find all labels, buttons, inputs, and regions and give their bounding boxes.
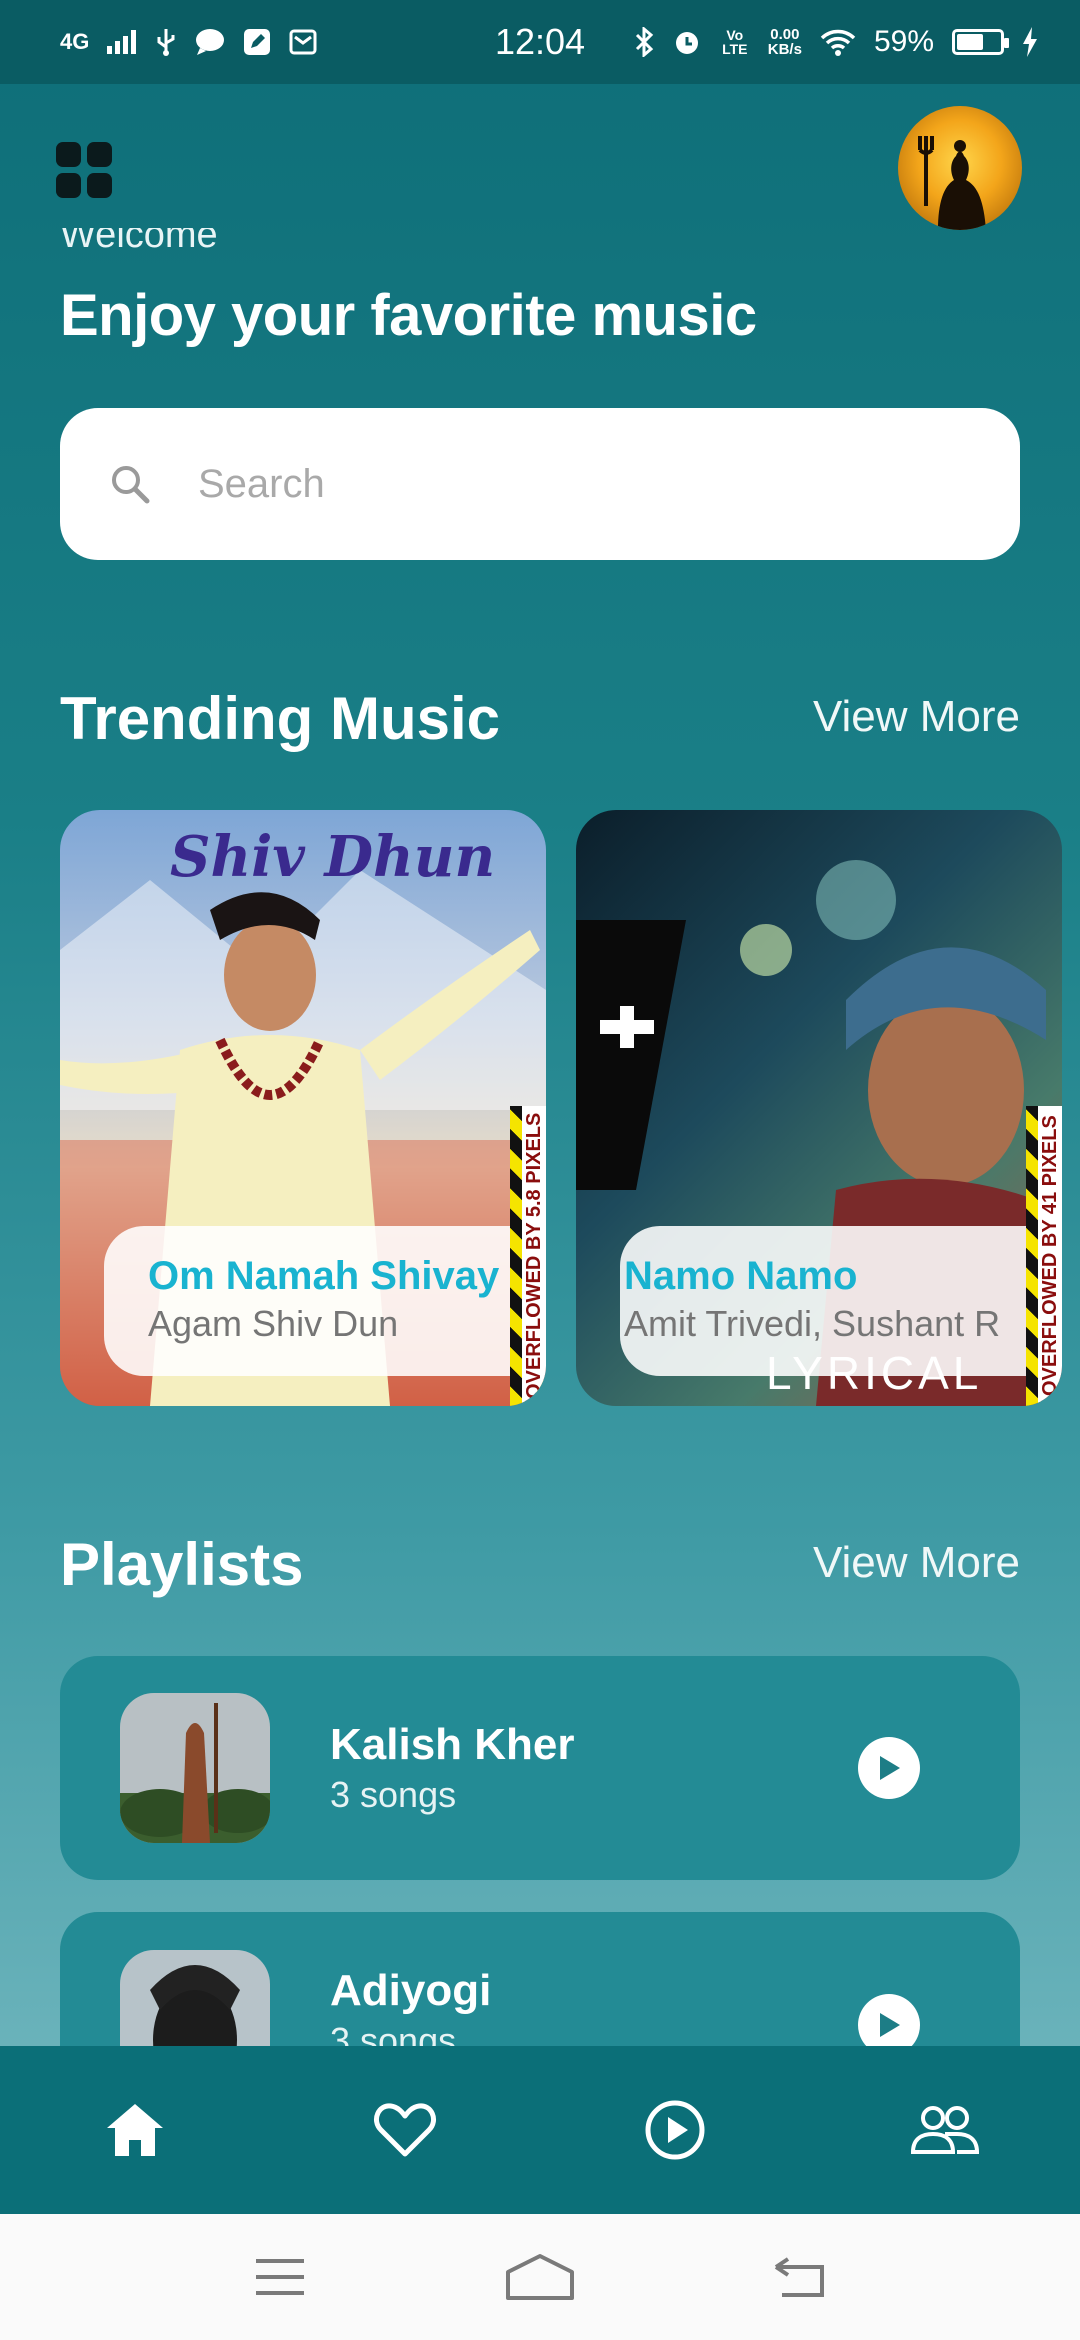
nav-people[interactable] bbox=[885, 2070, 1005, 2190]
system-menu-button[interactable] bbox=[235, 2242, 325, 2312]
menu-grid-icon[interactable] bbox=[56, 142, 112, 198]
nav-player[interactable] bbox=[615, 2070, 735, 2190]
playlist-item[interactable]: Kalish Kher 3 songs bbox=[60, 1656, 1020, 1880]
back-arrow-icon bbox=[774, 2257, 824, 2297]
edit-icon bbox=[243, 28, 271, 56]
status-bar: 4G 12:04 Vo LTE 0.00 KB/s 59% bbox=[0, 0, 1080, 84]
card-info: Om Namah Shivay Agam Shiv Dun bbox=[104, 1226, 544, 1376]
shiva-silhouette-icon bbox=[918, 136, 986, 230]
chat-icon bbox=[195, 28, 225, 56]
playlists-title: Playlists bbox=[60, 1531, 304, 1598]
play-circle-icon bbox=[645, 2100, 705, 2160]
usb-icon bbox=[155, 27, 177, 57]
trending-view-more[interactable]: View More bbox=[813, 692, 1020, 742]
card-title: Namo Namo bbox=[624, 1254, 858, 1298]
overflow-label: OVERFLOWED BY 5.8 PIXELS bbox=[522, 1106, 546, 1406]
trending-title: Trending Music bbox=[60, 685, 501, 752]
card-subtitle: Agam Shiv Dun bbox=[148, 1303, 399, 1344]
charging-icon bbox=[1022, 27, 1038, 57]
net-speed-unit: KB/s bbox=[767, 41, 802, 58]
bottom-nav bbox=[0, 2046, 1080, 2214]
search-icon bbox=[112, 466, 150, 504]
overflow-label: OVERFLOWED BY 41 PIXELS bbox=[1038, 1106, 1062, 1406]
net-speed: 0.00 KB/s bbox=[768, 27, 802, 57]
play-button[interactable] bbox=[858, 1737, 920, 1799]
page-title: Enjoy your favorite music bbox=[60, 283, 757, 348]
system-nav bbox=[0, 2214, 1080, 2340]
card-info: Namo Namo Amit Trivedi, Sushant R bbox=[620, 1226, 1060, 1376]
play-icon bbox=[880, 2013, 900, 2037]
playlists-view-more[interactable]: View More bbox=[813, 1538, 1020, 1588]
mail-icon bbox=[289, 28, 317, 56]
home-outline-icon bbox=[506, 2254, 574, 2300]
people-icon bbox=[910, 2106, 980, 2154]
heart-icon bbox=[374, 2103, 436, 2157]
signal-icon bbox=[107, 30, 137, 54]
cover-text: Shiv Dhun bbox=[170, 824, 496, 890]
status-right: Vo LTE 0.00 KB/s 59% bbox=[634, 25, 1038, 59]
playlist-name: Adiyogi bbox=[330, 1966, 492, 2015]
alarm-icon bbox=[672, 27, 702, 57]
play-icon bbox=[880, 1756, 900, 1780]
nav-favorites[interactable] bbox=[345, 2070, 465, 2190]
net-speed-value: 0.00 bbox=[770, 26, 800, 43]
network-type: 4G bbox=[60, 29, 90, 54]
menu-lines-icon bbox=[256, 2259, 304, 2295]
system-home-button[interactable] bbox=[495, 2242, 585, 2312]
home-icon bbox=[107, 2104, 163, 2156]
card-subtitle: Amit Trivedi, Sushant R bbox=[624, 1303, 1001, 1344]
card-title: Om Namah Shivay bbox=[148, 1254, 500, 1298]
search-input[interactable] bbox=[198, 461, 958, 507]
battery-percent: 59% bbox=[873, 25, 934, 58]
trending-card[interactable]: LYRICAL Namo Namo Amit Trivedi, Sushant … bbox=[576, 810, 1062, 1406]
avatar[interactable] bbox=[898, 106, 1022, 230]
playlist-count: 3 songs bbox=[330, 1774, 457, 1815]
playlist-text: Kalish Kher 3 songs bbox=[330, 1720, 575, 1816]
search-bar[interactable] bbox=[60, 408, 1020, 560]
wifi-icon bbox=[820, 28, 856, 56]
trending-card[interactable]: Shiv Dhun Om Namah Shivay Agam Shiv Dun … bbox=[60, 810, 546, 1406]
welcome-text: Welcome bbox=[60, 228, 218, 256]
playlist-name: Kalish Kher bbox=[330, 1720, 575, 1769]
playlist-thumbnail bbox=[120, 1693, 270, 1843]
battery-icon bbox=[952, 29, 1009, 55]
status-left: 4G bbox=[60, 27, 317, 57]
volte-label: Vo LTE bbox=[722, 27, 748, 57]
nav-home[interactable] bbox=[75, 2070, 195, 2190]
bluetooth-icon bbox=[634, 27, 654, 57]
system-back-button[interactable] bbox=[755, 2242, 845, 2312]
